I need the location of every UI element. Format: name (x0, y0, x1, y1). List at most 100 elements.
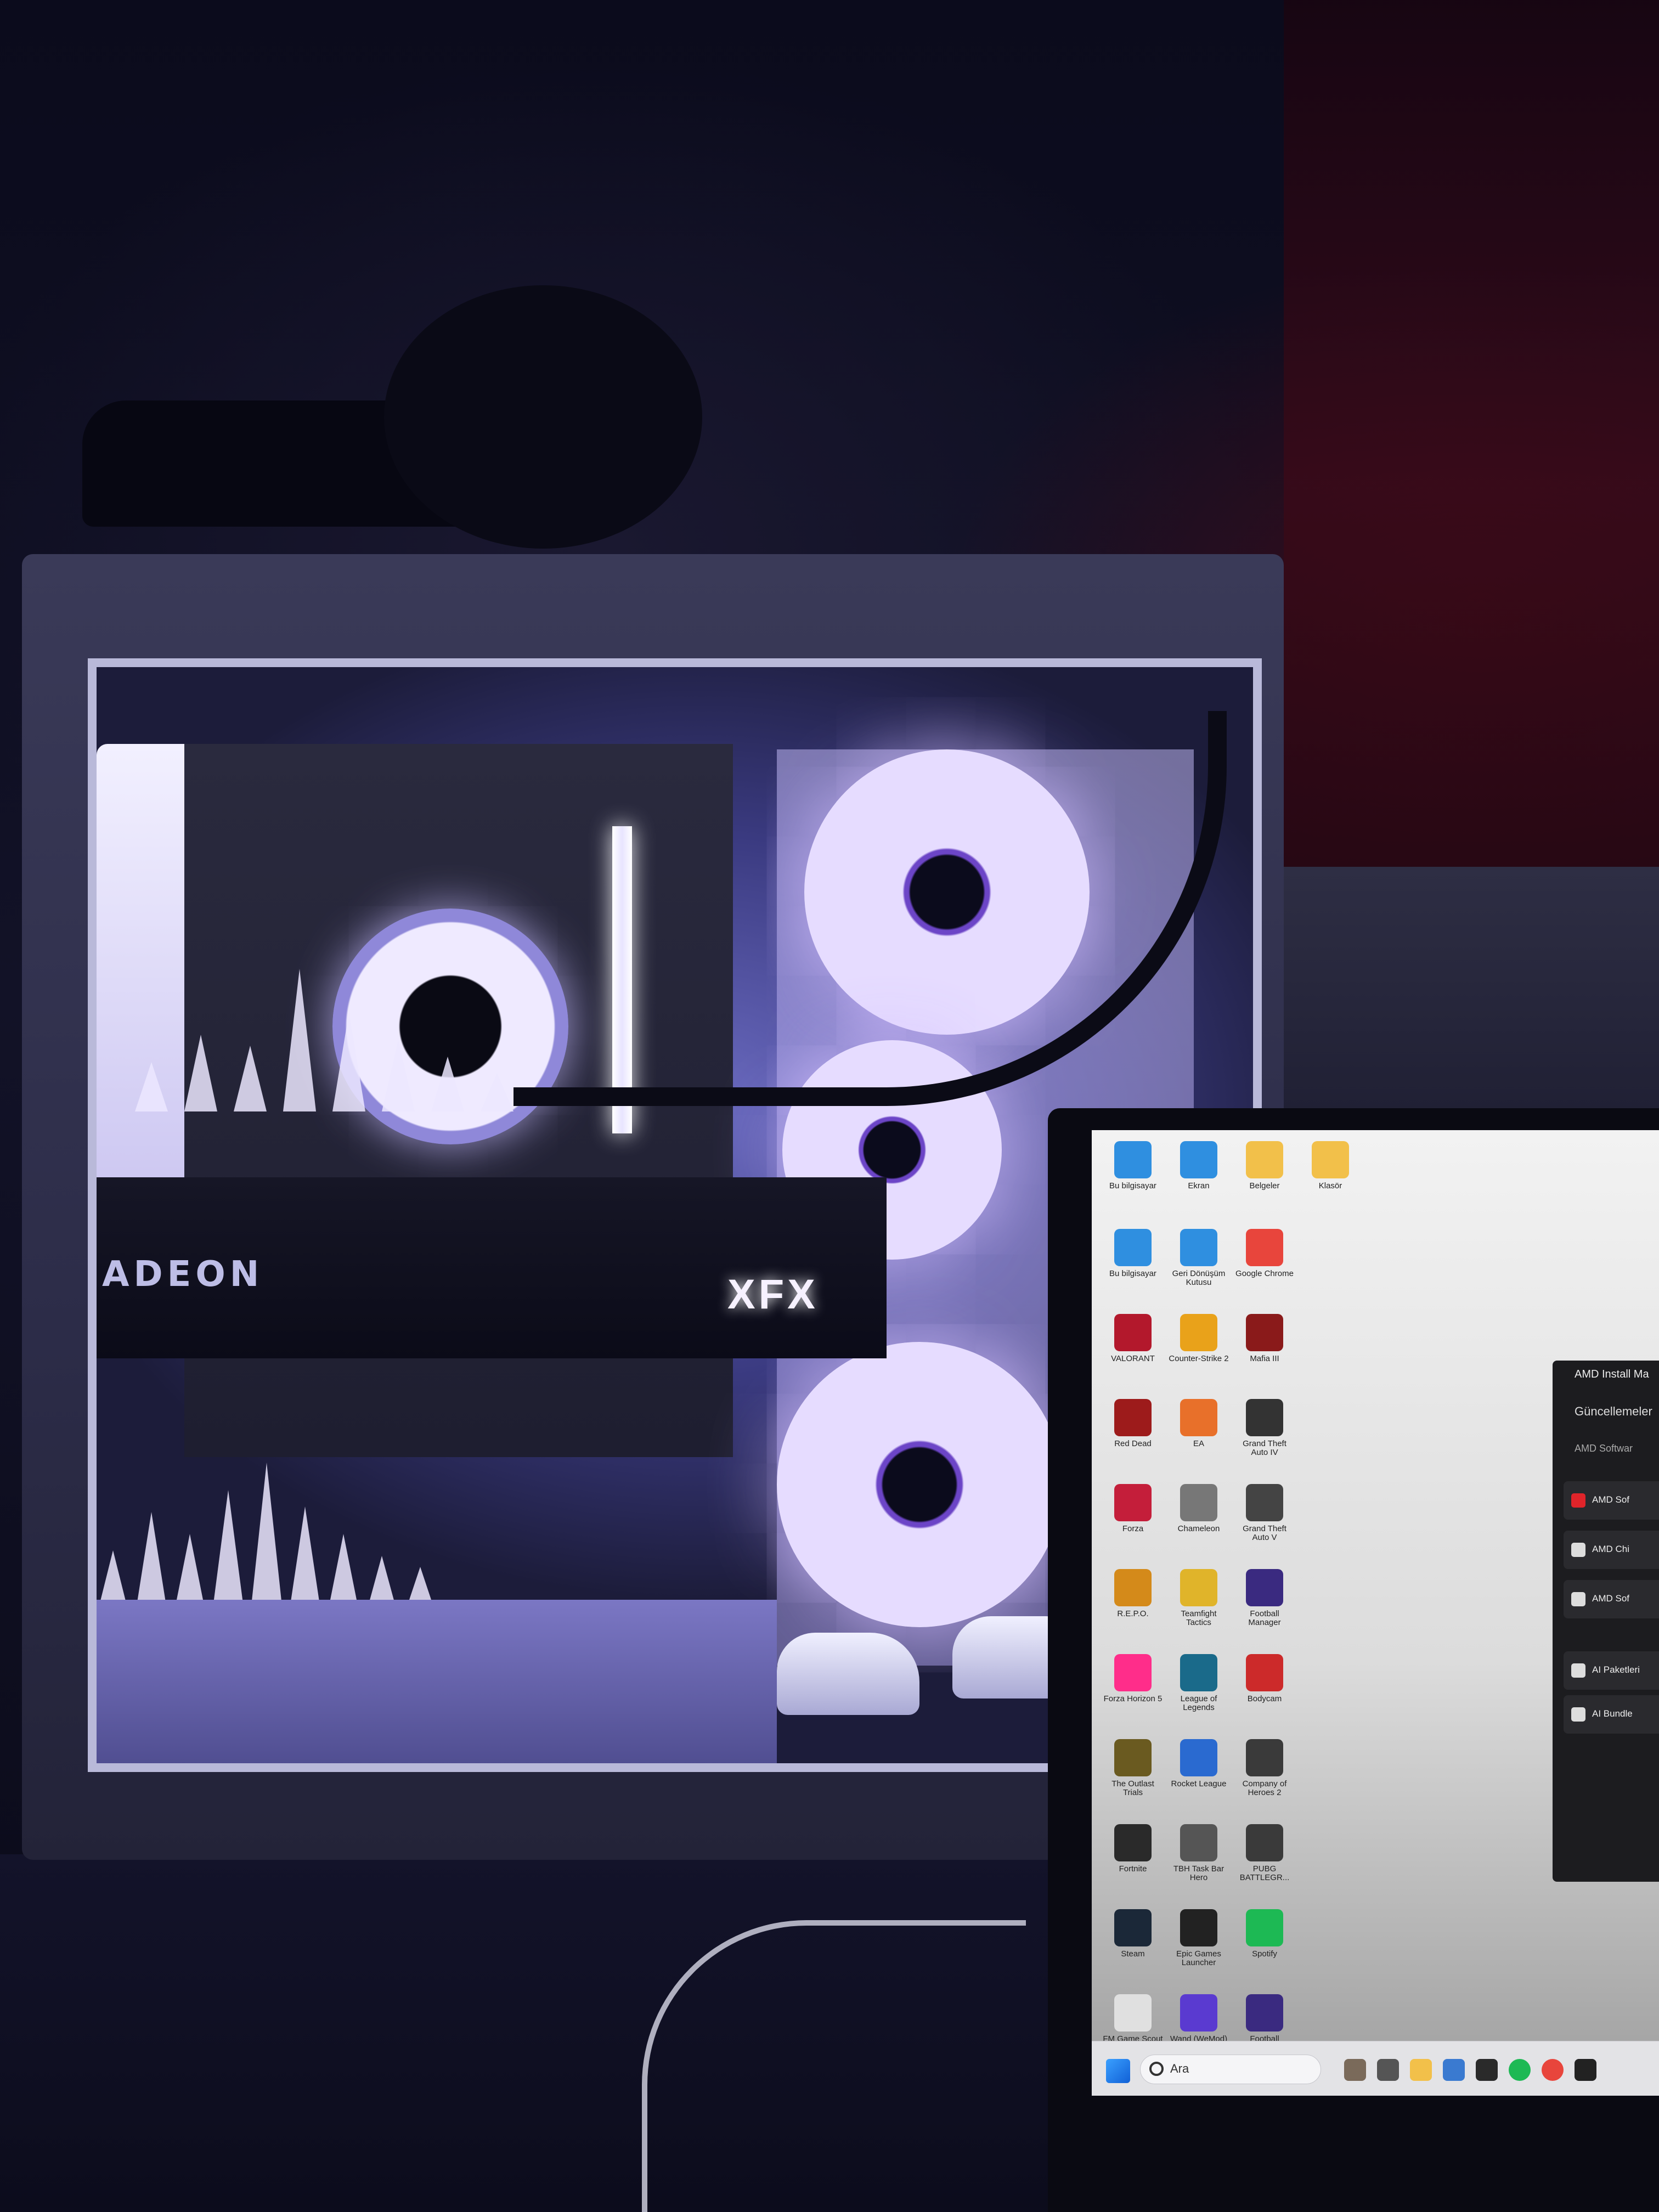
desktop-icon[interactable]: Forza Horizon 5 (1103, 1654, 1163, 1703)
gpu-label: ADEON (102, 1254, 264, 1295)
desktop-icon[interactable]: Klasör (1300, 1141, 1361, 1190)
desktop-icon[interactable]: Spotify (1234, 1909, 1295, 1959)
app-icon (1246, 1569, 1283, 1606)
task-view-icon[interactable] (1344, 2059, 1366, 2081)
amd-window-heading: Güncellemeler (1575, 1404, 1652, 1418)
desktop-icon[interactable]: Red Dead (1103, 1399, 1163, 1448)
desktop-icon[interactable]: Counter-Strike 2 (1169, 1314, 1229, 1363)
desktop-icon-label: R.E.P.O. (1117, 1610, 1149, 1618)
amd-window-list-item[interactable]: AMD Chi (1564, 1531, 1659, 1569)
desktop-icon[interactable]: The Outlast Trials (1103, 1739, 1163, 1797)
desktop-icon[interactable]: Grand Theft Auto V (1234, 1484, 1295, 1542)
desktop-icon-label: Counter-Strike 2 (1169, 1355, 1229, 1363)
desktop-icon-label: Teamfight Tactics (1181, 1610, 1217, 1627)
desktop-icon[interactable]: PUBG BATTLEGR... (1234, 1824, 1295, 1882)
amd-window-list-item[interactable]: AI Paketleri (1564, 1651, 1659, 1690)
chrome-icon[interactable] (1542, 2059, 1564, 2081)
desktop-icon[interactable]: Bu bilgisayar (1103, 1141, 1163, 1190)
app-icon (1180, 1654, 1217, 1691)
grey-box (1262, 867, 1659, 1130)
desktop-icon-label: Google Chrome (1235, 1269, 1294, 1278)
crystal-decor-bottom (97, 1463, 514, 1616)
desktop-icon[interactable]: Fortnite (1103, 1824, 1163, 1874)
desktop-icon[interactable]: Bodycam (1234, 1654, 1295, 1703)
widgets-icon[interactable] (1377, 2059, 1399, 2081)
desktop-icon[interactable]: Ekran (1169, 1141, 1229, 1190)
spotify-icon[interactable] (1509, 2059, 1531, 2081)
app-icon (1180, 1484, 1217, 1521)
app-icon (1180, 1994, 1217, 2032)
amd-window-list-item[interactable]: AMD Sof (1564, 1580, 1659, 1618)
amd-item-icon (1571, 1592, 1585, 1606)
monitor-screen: Bu bilgisayar Ekran Belgeler Klasör Bu bilgi… (1092, 1130, 1659, 2096)
desktop-icon[interactable]: Forza (1103, 1484, 1163, 1533)
app-icon (1114, 1569, 1152, 1606)
desktop-icon-label: Bodycam (1247, 1695, 1282, 1703)
desktop-icon[interactable]: Rocket League (1169, 1739, 1229, 1788)
desktop-icon-label: TBH Task Bar Hero (1173, 1865, 1224, 1882)
desktop-icon-label: Ekran (1188, 1182, 1210, 1190)
store-icon[interactable] (1443, 2059, 1465, 2081)
desktop-icon-label: Bu bilgisayar (1109, 1182, 1156, 1190)
desktop-icon-label: Grand Theft Auto V (1243, 1525, 1286, 1542)
desktop-icon[interactable]: Belgeler (1234, 1141, 1295, 1190)
graphics-card: ADEON XFX (97, 1177, 887, 1358)
desktop-icon-label: EA (1193, 1440, 1204, 1448)
desktop-icon[interactable]: TBH Task Bar Hero (1169, 1824, 1229, 1882)
desktop-icon[interactable]: Mafia III (1234, 1314, 1295, 1363)
desktop-icon-label: Grand Theft Auto IV (1243, 1440, 1286, 1457)
desktop-icon[interactable]: VALORANT (1103, 1314, 1163, 1363)
desktop-icon[interactable]: Chameleon (1169, 1484, 1229, 1533)
amd-item-label: AMD Sof (1592, 1593, 1630, 1604)
desktop-icon-label: Klasör (1318, 1182, 1342, 1190)
desktop-icon[interactable]: League of Legends (1169, 1654, 1229, 1712)
desktop-icon-label: Rocket League (1171, 1780, 1227, 1788)
app-icon (1180, 1569, 1217, 1606)
search-icon (1149, 2062, 1164, 2076)
psu-shroud (97, 1600, 777, 1763)
desktop-icon-label: Fortnite (1119, 1865, 1147, 1874)
desktop-icon[interactable]: Company of Heroes 2 (1234, 1739, 1295, 1797)
amd-taskbar-icon[interactable] (1575, 2059, 1596, 2081)
amd-window-list-item[interactable]: AI Bundle (1564, 1695, 1659, 1734)
desktop-icon-label: Chameleon (1177, 1525, 1220, 1533)
app-icon (1180, 1314, 1217, 1351)
desktop-icon[interactable]: EA (1169, 1399, 1229, 1448)
app-icon (1180, 1909, 1217, 1946)
desktop-icon[interactable]: Football Manager (1234, 1569, 1295, 1627)
desktop-icon-label: Geri Dönüşüm Kutusu (1172, 1269, 1226, 1287)
desktop-icon[interactable]: Geri Dönüşüm Kutusu (1169, 1229, 1229, 1287)
desktop-icon-label: Football Manager (1248, 1610, 1281, 1627)
desktop-icon[interactable]: Epic Games Launcher (1169, 1909, 1229, 1967)
app-icon (1246, 1824, 1283, 1861)
headphones (384, 285, 702, 549)
app-icon (1114, 1909, 1152, 1946)
desktop-icon[interactable]: Steam (1103, 1909, 1163, 1959)
app-icon (1246, 1399, 1283, 1436)
taskbar-app-icon[interactable] (1476, 2059, 1498, 2081)
desktop-icon-label: Spotify (1252, 1950, 1277, 1959)
amd-install-manager-window[interactable]: AMD Install Ma Güncellemeler AMD Softwar… (1553, 1361, 1659, 1882)
amd-window-list-item[interactable]: AMD Sof (1564, 1481, 1659, 1520)
desktop-icon[interactable]: Teamfight Tactics (1169, 1569, 1229, 1627)
app-icon (1114, 1141, 1152, 1178)
taskbar-search-input[interactable]: Ara (1140, 2055, 1321, 2084)
desktop-icon[interactable]: Google Chrome (1234, 1229, 1295, 1278)
desktop-icon[interactable]: R.E.P.O. (1103, 1569, 1163, 1618)
windows-start-icon[interactable] (1106, 2059, 1130, 2083)
crystal-decor-top (124, 947, 552, 1111)
app-icon (1114, 1994, 1152, 2032)
app-icon (1246, 1654, 1283, 1691)
app-icon (1180, 1229, 1217, 1266)
desktop-icon-label: Red Dead (1114, 1440, 1152, 1448)
app-icon (1114, 1484, 1152, 1521)
desktop-icon[interactable]: Wand (WeMod) (1169, 1994, 1229, 2044)
app-icon (1246, 1739, 1283, 1776)
desktop-icon[interactable]: Bu bilgisayar (1103, 1229, 1163, 1278)
file-explorer-icon[interactable] (1410, 2059, 1432, 2081)
gpu-brand-logo: XFX (727, 1271, 819, 1318)
desktop-icon[interactable]: Grand Theft Auto IV (1234, 1399, 1295, 1457)
app-icon (1114, 1399, 1152, 1436)
amd-item-label: AI Bundle (1592, 1708, 1633, 1719)
desktop-icon-label: Company of Heroes 2 (1242, 1780, 1287, 1797)
